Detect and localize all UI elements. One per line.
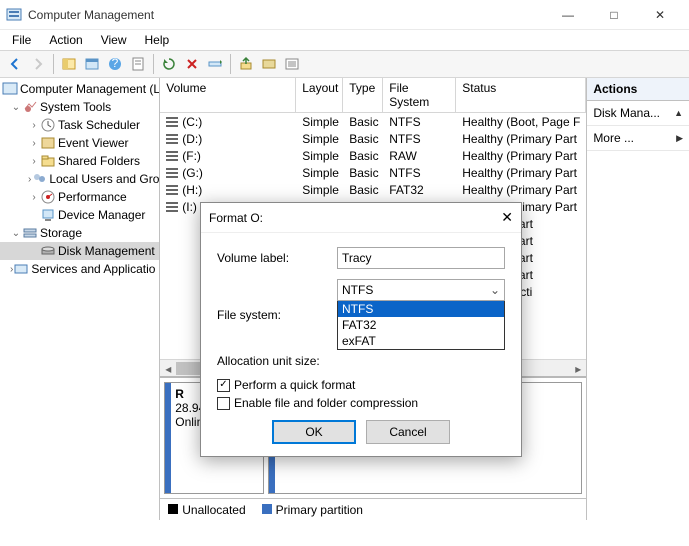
volume-icon bbox=[166, 172, 178, 174]
checkbox-checked-icon[interactable] bbox=[217, 379, 230, 392]
menu-action[interactable]: Action bbox=[41, 31, 90, 49]
tree-event-viewer[interactable]: › Event Viewer bbox=[0, 134, 159, 152]
col-filesystem[interactable]: File System bbox=[383, 78, 456, 112]
dialog-titlebar[interactable]: Format O: ✕ bbox=[201, 203, 521, 233]
dialog-close-button[interactable]: ✕ bbox=[501, 209, 513, 226]
titlebar: Computer Management — □ ✕ bbox=[0, 0, 689, 30]
window-title: Computer Management bbox=[28, 8, 154, 22]
col-layout[interactable]: Layout bbox=[296, 78, 343, 112]
show-hide-tree-button[interactable] bbox=[58, 53, 80, 75]
collapse-icon[interactable]: ▲ bbox=[674, 108, 683, 118]
list-settings-button[interactable] bbox=[281, 53, 303, 75]
scroll-right-icon[interactable]: ▸ bbox=[570, 360, 586, 376]
col-volume[interactable]: Volume bbox=[160, 78, 296, 112]
actions-disk-management[interactable]: Disk Mana... ▲ bbox=[587, 101, 689, 126]
tree-services[interactable]: › Services and Applicatio bbox=[0, 260, 159, 278]
table-row[interactable]: (H:)SimpleBasicFAT32Healthy (Primary Par… bbox=[160, 181, 586, 198]
menu-help[interactable]: Help bbox=[137, 31, 178, 49]
cancel-button[interactable]: Cancel bbox=[366, 420, 450, 444]
list-header[interactable]: Volume Layout Type File System Status bbox=[160, 78, 586, 113]
filesystem-combo[interactable]: NTFS ⌄ bbox=[337, 279, 505, 301]
tree-local-users[interactable]: › Local Users and Gro bbox=[0, 170, 159, 188]
legend: Unallocated Primary partition bbox=[160, 498, 586, 520]
attach-vhd-button[interactable] bbox=[235, 53, 257, 75]
tree-pane[interactable]: Computer Management (L ⌄ System Tools › … bbox=[0, 78, 160, 520]
filesystem-dropdown[interactable]: NTFS FAT32 exFAT bbox=[337, 301, 505, 350]
tree-performance[interactable]: › Performance bbox=[0, 188, 159, 206]
volume-icon bbox=[166, 189, 178, 191]
chevron-down-icon[interactable]: ⌄ bbox=[10, 102, 22, 113]
chevron-right-icon[interactable]: › bbox=[28, 120, 40, 131]
volume-label-label: Volume label: bbox=[217, 251, 337, 265]
chevron-right-icon[interactable]: › bbox=[28, 138, 40, 149]
back-button[interactable] bbox=[4, 53, 26, 75]
fs-option-ntfs[interactable]: NTFS bbox=[338, 301, 504, 317]
forward-button[interactable] bbox=[27, 53, 49, 75]
checkbox-unchecked-icon[interactable] bbox=[217, 397, 230, 410]
settings-button[interactable] bbox=[258, 53, 280, 75]
chevron-right-icon[interactable]: › bbox=[28, 192, 40, 203]
compression-checkbox[interactable]: Enable file and folder compression bbox=[217, 396, 505, 410]
tree-disk-management[interactable]: Disk Management bbox=[0, 242, 159, 260]
volume-label-input[interactable] bbox=[337, 247, 505, 269]
filesystem-label: File system: bbox=[217, 308, 337, 322]
actions-pane: Actions Disk Mana... ▲ More ... ▶ bbox=[586, 78, 689, 520]
tree-system-tools[interactable]: ⌄ System Tools bbox=[0, 98, 159, 116]
rescan-button[interactable] bbox=[204, 53, 226, 75]
table-row[interactable]: (F:)SimpleBasicRAWHealthy (Primary Part bbox=[160, 147, 586, 164]
toolbar: ? bbox=[0, 50, 689, 78]
actions-header: Actions bbox=[587, 78, 689, 101]
help-button[interactable]: ? bbox=[104, 53, 126, 75]
table-row[interactable]: (C:)SimpleBasicNTFSHealthy (Boot, Page F bbox=[160, 113, 586, 130]
delete-button[interactable] bbox=[181, 53, 203, 75]
svg-text:?: ? bbox=[112, 56, 119, 70]
properties-button[interactable] bbox=[127, 53, 149, 75]
legend-unallocated: Unallocated bbox=[168, 503, 245, 517]
tree-task-scheduler[interactable]: › Task Scheduler bbox=[0, 116, 159, 134]
chevron-right-icon[interactable]: › bbox=[28, 156, 40, 167]
volume-icon bbox=[166, 121, 178, 123]
ok-button[interactable]: OK bbox=[272, 420, 356, 444]
submenu-icon[interactable]: ▶ bbox=[676, 133, 683, 144]
maximize-button[interactable]: □ bbox=[591, 0, 637, 30]
quick-format-checkbox[interactable]: Perform a quick format bbox=[217, 378, 505, 392]
volume-icon bbox=[166, 138, 178, 140]
allocation-label: Allocation unit size: bbox=[217, 354, 337, 368]
menu-view[interactable]: View bbox=[93, 31, 135, 49]
dialog-title: Format O: bbox=[209, 211, 501, 225]
legend-primary: Primary partition bbox=[262, 503, 363, 517]
col-status[interactable]: Status bbox=[456, 78, 586, 112]
format-dialog: Format O: ✕ Volume label: File system: N… bbox=[200, 202, 522, 457]
actions-more[interactable]: More ... ▶ bbox=[587, 126, 689, 151]
fs-option-exfat[interactable]: exFAT bbox=[338, 333, 504, 349]
tree-shared-folders[interactable]: › Shared Folders bbox=[0, 152, 159, 170]
tree-root[interactable]: Computer Management (L bbox=[0, 80, 159, 98]
volume-icon bbox=[166, 206, 178, 208]
app-icon bbox=[6, 7, 22, 23]
fs-option-fat32[interactable]: FAT32 bbox=[338, 317, 504, 333]
refresh-button[interactable] bbox=[158, 53, 180, 75]
menubar: File Action View Help bbox=[0, 30, 689, 50]
tree-storage[interactable]: ⌄ Storage bbox=[0, 224, 159, 242]
chevron-down-icon[interactable]: ⌄ bbox=[486, 280, 504, 300]
menu-file[interactable]: File bbox=[4, 31, 39, 49]
col-type[interactable]: Type bbox=[343, 78, 383, 112]
minimize-button[interactable]: — bbox=[545, 0, 591, 30]
close-button[interactable]: ✕ bbox=[637, 0, 683, 30]
table-row[interactable]: (G:)SimpleBasicNTFSHealthy (Primary Part bbox=[160, 164, 586, 181]
tree-device-manager[interactable]: Device Manager bbox=[0, 206, 159, 224]
view-toggle-button[interactable] bbox=[81, 53, 103, 75]
chevron-down-icon[interactable]: ⌄ bbox=[10, 228, 22, 239]
filesystem-value: NTFS bbox=[342, 283, 373, 297]
scroll-left-icon[interactable]: ◂ bbox=[160, 360, 176, 376]
volume-icon bbox=[166, 155, 178, 157]
table-row[interactable]: (D:)SimpleBasicNTFSHealthy (Primary Part bbox=[160, 130, 586, 147]
